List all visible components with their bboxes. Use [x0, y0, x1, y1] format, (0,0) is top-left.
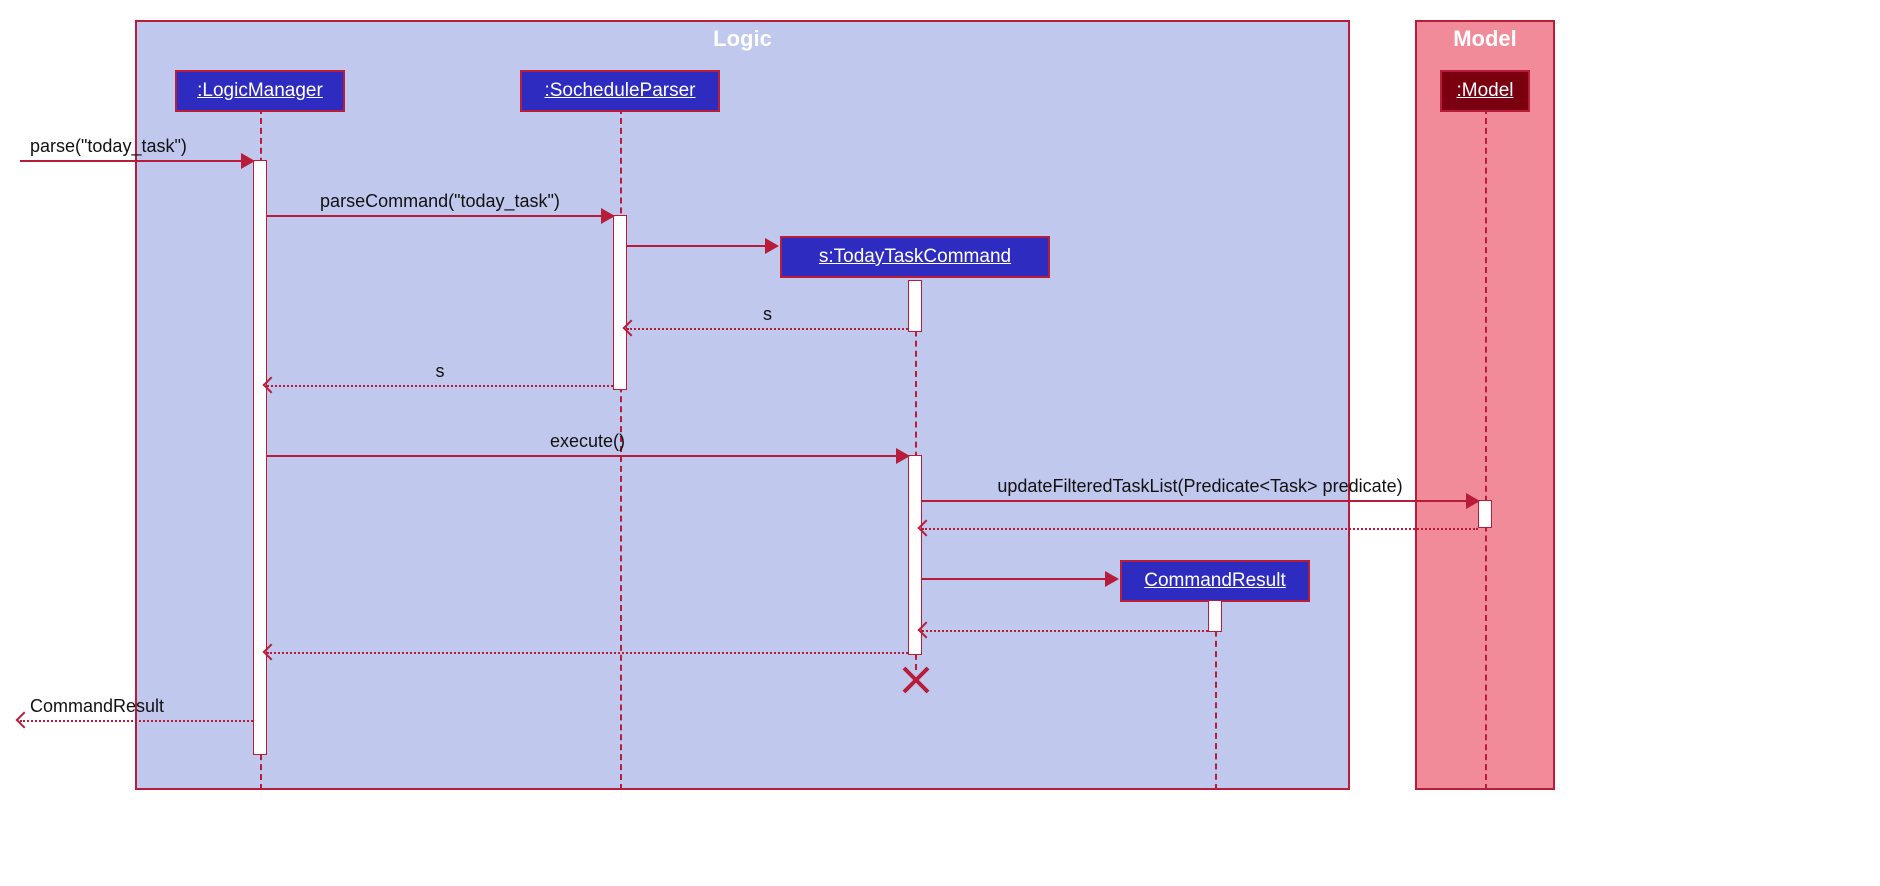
- msg-execute: execute(): [267, 455, 908, 456]
- activation-model: [1478, 500, 1492, 528]
- activation-logicmanager: [253, 160, 267, 755]
- msg-return-commandresult: [922, 630, 1208, 631]
- activation-todaytaskcommand-2: [908, 455, 922, 655]
- msg-return-s1: s: [627, 328, 908, 329]
- activation-commandresult: [1208, 600, 1222, 632]
- sequence-diagram: Logic Model :LogicManager :SochedulePars…: [20, 20, 1560, 790]
- participant-model: :Model: [1440, 70, 1530, 112]
- participant-logicmanager: :LogicManager: [175, 70, 345, 112]
- frame-logic-title: Logic: [137, 26, 1348, 52]
- activation-socheduleparser: [613, 215, 627, 390]
- msg-create-commandresult: [922, 578, 1117, 579]
- frame-logic: Logic: [135, 20, 1350, 790]
- participant-todaytaskcommand: s:TodayTaskCommand: [780, 236, 1050, 278]
- participant-commandresult: CommandResult: [1120, 560, 1310, 602]
- msg-updatefiltered: updateFilteredTaskList(Predicate<Task> p…: [922, 500, 1478, 501]
- msg-return-s2: s: [267, 385, 613, 386]
- activation-todaytaskcommand-1: [908, 280, 922, 332]
- msg-return-model: [922, 528, 1478, 529]
- msg-return-logicmanager: [267, 652, 908, 653]
- msg-parsecommand: parseCommand("today_task"): [267, 215, 613, 216]
- msg-create-todaytask: [627, 245, 777, 246]
- destroy-todaytaskcommand: [900, 665, 930, 695]
- participant-socheduleparser: :SocheduleParser: [520, 70, 720, 112]
- msg-parse-in: parse("today_task"): [20, 160, 253, 161]
- frame-model-title: Model: [1417, 26, 1553, 52]
- lifeline-model: [1485, 108, 1487, 790]
- msg-commandresult-out: CommandResult: [20, 720, 253, 721]
